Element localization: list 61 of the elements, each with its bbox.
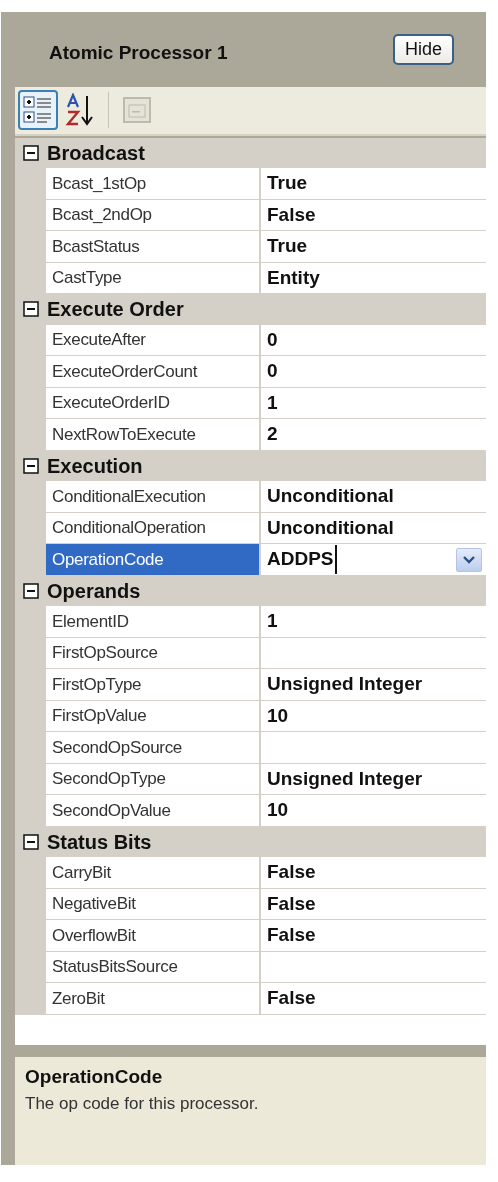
- collapse-icon[interactable]: [23, 144, 39, 161]
- property-name[interactable]: BcastStatus: [46, 231, 261, 263]
- category-name: Status Bits: [47, 829, 152, 855]
- property-name[interactable]: OperationCode: [46, 544, 261, 576]
- property-name[interactable]: ConditionalExecution: [46, 481, 261, 513]
- categorized-button[interactable]: [18, 90, 58, 131]
- property-name[interactable]: ExecuteOrderID: [46, 387, 261, 420]
- dropdown-button[interactable]: [456, 547, 482, 572]
- collapse-icon[interactable]: [23, 582, 39, 599]
- property-value: True: [267, 234, 308, 259]
- property-value: False: [267, 986, 316, 1011]
- property-name[interactable]: NegativeBit: [46, 888, 261, 921]
- property-value: False: [267, 202, 316, 227]
- property-name[interactable]: SecondOpSource: [46, 732, 261, 764]
- hide-button[interactable]: Hide: [392, 33, 454, 66]
- property-name[interactable]: OverflowBit: [46, 920, 261, 952]
- property-pages-icon: [122, 96, 152, 125]
- property-value: Unconditional: [267, 484, 394, 509]
- property-name[interactable]: ExecuteOrderCount: [46, 356, 261, 388]
- property-name[interactable]: FirstOpSource: [46, 637, 261, 670]
- sort-alphabetical-icon: [65, 93, 95, 128]
- category-name: Operands: [47, 578, 141, 604]
- property-name[interactable]: ElementID: [46, 606, 261, 638]
- category-name: Execute Order: [47, 297, 184, 322]
- property-value: 10: [267, 703, 289, 728]
- panel-title: Atomic Processor 1: [49, 41, 228, 66]
- property-name[interactable]: SecondOpType: [46, 763, 261, 796]
- property-value: False: [267, 923, 316, 948]
- category-name: Broadcast: [47, 140, 145, 166]
- property-value: 0: [267, 327, 278, 352]
- collapse-icon[interactable]: [23, 301, 39, 317]
- property-name[interactable]: FirstOpType: [46, 669, 261, 701]
- property-value: Entity: [267, 265, 320, 290]
- help-description: The op code for this processor.: [25, 1093, 260, 1116]
- property-name[interactable]: FirstOpValue: [46, 700, 261, 733]
- property-value: True: [267, 171, 308, 196]
- property-value: 1: [267, 390, 278, 415]
- collapse-icon[interactable]: [23, 833, 39, 850]
- property-value: 0: [267, 359, 278, 384]
- property-name[interactable]: CarryBit: [46, 857, 261, 889]
- property-name[interactable]: StatusBitsSource: [46, 951, 261, 984]
- property-value: False: [267, 860, 316, 885]
- property-name[interactable]: Bcast_2ndOp: [46, 199, 261, 232]
- collapse-icon[interactable]: [23, 457, 39, 474]
- property-value: 2: [267, 422, 278, 447]
- property-name[interactable]: SecondOpValue: [46, 795, 261, 827]
- property-value: Unconditional: [267, 515, 394, 540]
- help-title: OperationCode: [25, 1064, 164, 1089]
- property-value: 1: [267, 609, 278, 634]
- property-name[interactable]: Bcast_1stOp: [46, 168, 261, 200]
- property-name[interactable]: CastType: [46, 262, 261, 295]
- property-name[interactable]: ExecuteAfter: [46, 324, 261, 357]
- chevron-down-icon: [463, 555, 475, 564]
- property-name[interactable]: ConditionalOperation: [46, 512, 261, 545]
- property-value: Unsigned Integer: [267, 766, 423, 791]
- property-name[interactable]: ZeroBit: [46, 983, 261, 1015]
- property-name[interactable]: NextRowToExecute: [46, 419, 261, 451]
- property-value: False: [267, 891, 316, 916]
- category-name: Execution: [47, 453, 143, 479]
- property-value: 10: [267, 798, 289, 823]
- property-value: Unsigned Integer: [267, 672, 423, 697]
